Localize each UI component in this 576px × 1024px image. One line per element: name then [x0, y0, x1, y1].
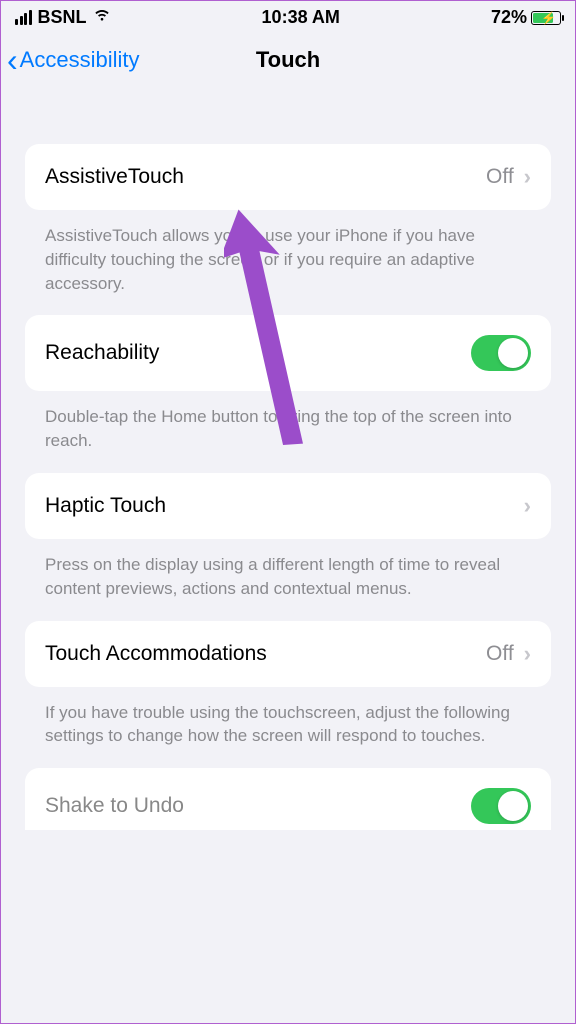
shake-to-undo-label: Shake to Undo [45, 794, 184, 818]
status-time: 10:38 AM [262, 7, 340, 28]
status-bar: BSNL 10:38 AM 72% ⚡ [1, 1, 575, 32]
carrier-label: BSNL [38, 7, 87, 28]
touch-accommodations-label: Touch Accommodations [45, 642, 267, 666]
assistive-touch-row[interactable]: AssistiveTouch Off › [25, 144, 551, 210]
signal-icon [15, 10, 32, 25]
touch-accommodations-value: Off [486, 642, 514, 666]
assistive-touch-footer: AssistiveTouch allows you to use your iP… [25, 210, 551, 315]
shake-to-undo-row: Shake to Undo [25, 768, 551, 830]
content: AssistiveTouch Off › AssistiveTouch allo… [1, 94, 575, 830]
reachability-toggle[interactable] [471, 335, 531, 371]
battery-percent: 72% [491, 7, 527, 28]
chevron-left-icon: ‹ [7, 44, 18, 76]
haptic-touch-footer: Press on the display using a different l… [25, 539, 551, 621]
wifi-icon [93, 8, 111, 27]
status-left: BSNL [15, 7, 111, 28]
back-button[interactable]: ‹ Accessibility [7, 44, 139, 76]
chevron-right-icon: › [524, 641, 531, 667]
touch-accommodations-footer: If you have trouble using the touchscree… [25, 687, 551, 769]
shake-to-undo-toggle[interactable] [471, 788, 531, 824]
reachability-label: Reachability [45, 341, 159, 365]
haptic-touch-row[interactable]: Haptic Touch › [25, 473, 551, 539]
toggle-knob [498, 338, 528, 368]
chevron-right-icon: › [524, 493, 531, 519]
back-label: Accessibility [20, 47, 140, 73]
page-title: Touch [256, 47, 320, 73]
toggle-knob [498, 791, 528, 821]
haptic-touch-label: Haptic Touch [45, 494, 166, 518]
nav-bar: ‹ Accessibility Touch [1, 32, 575, 94]
battery-icon: ⚡ [531, 11, 561, 25]
touch-accommodations-row[interactable]: Touch Accommodations Off › [25, 621, 551, 687]
chevron-right-icon: › [524, 164, 531, 190]
reachability-footer: Double-tap the Home button to bring the … [25, 391, 551, 473]
assistive-touch-label: AssistiveTouch [45, 165, 184, 189]
status-right: 72% ⚡ [491, 7, 561, 28]
assistive-touch-value: Off [486, 165, 514, 189]
reachability-row: Reachability [25, 315, 551, 391]
